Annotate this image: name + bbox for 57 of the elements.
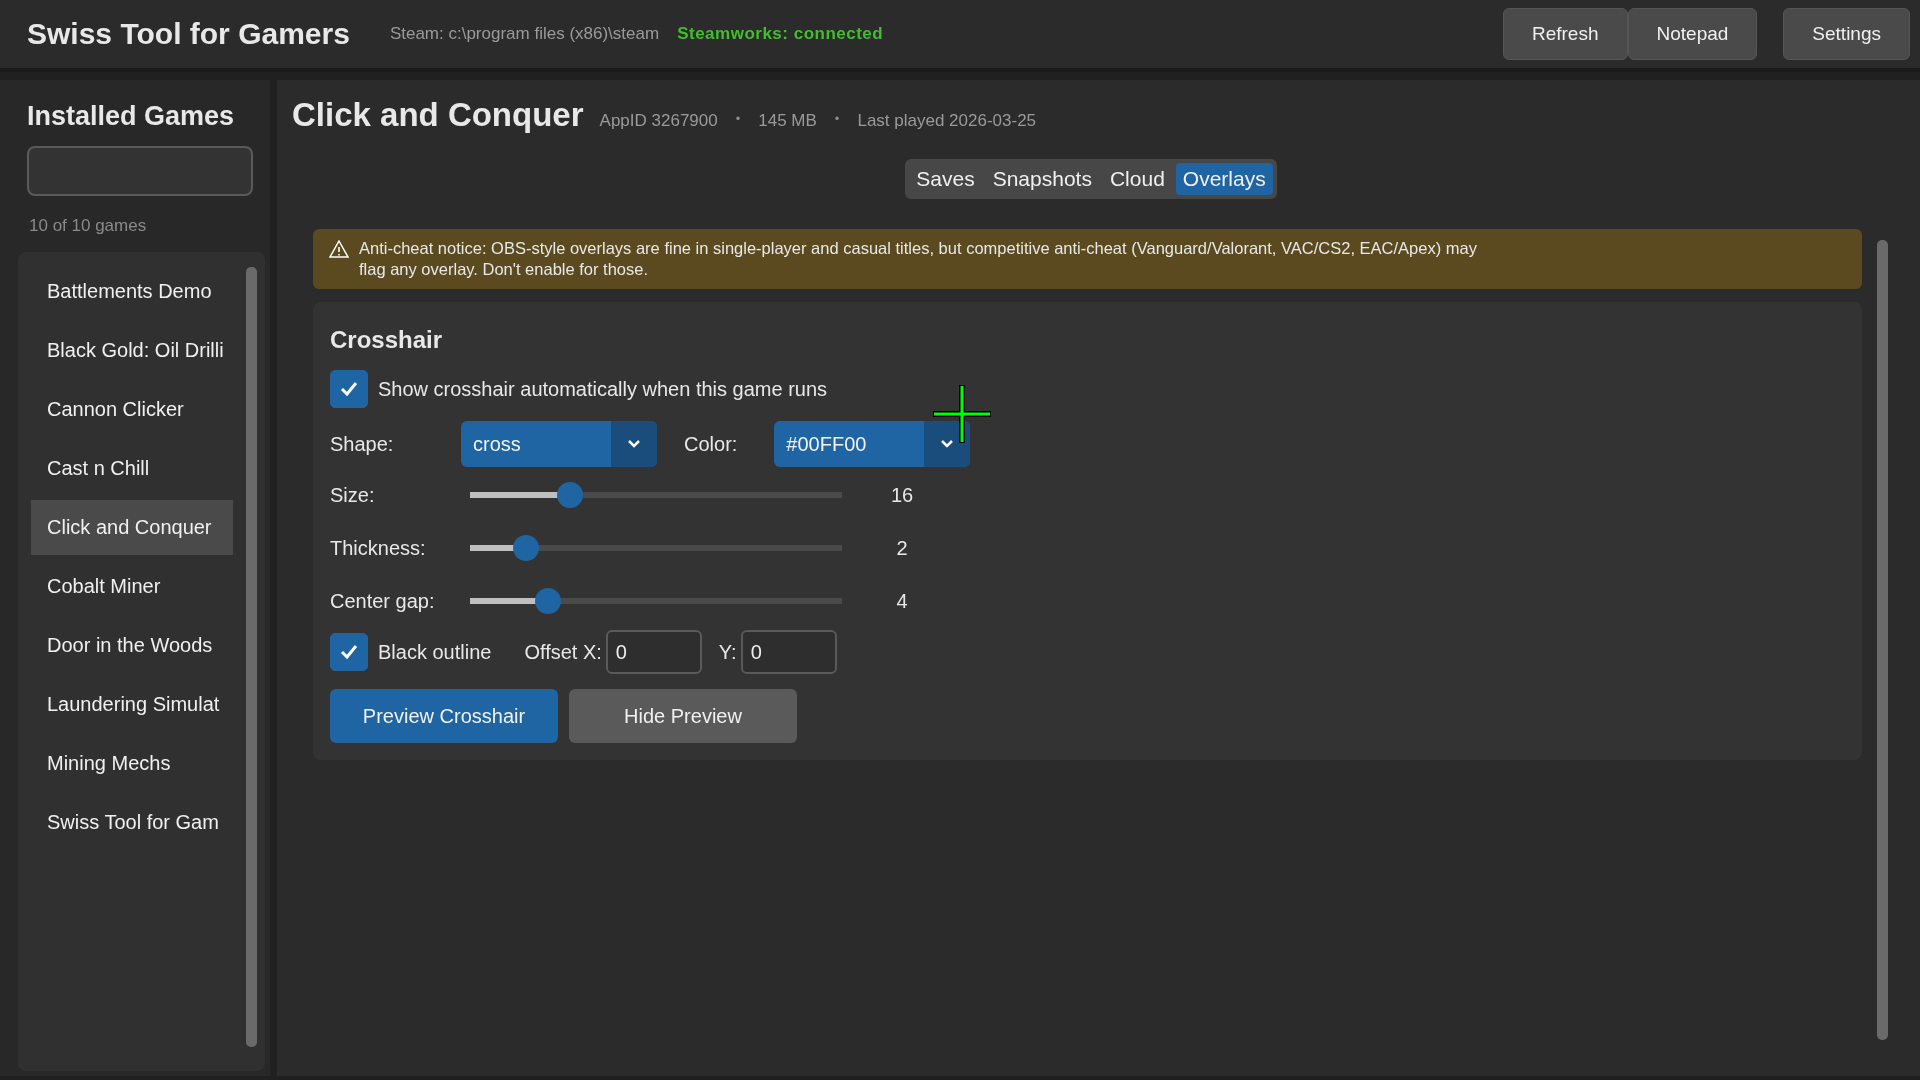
shape-dropdown[interactable]: cross bbox=[461, 421, 657, 467]
app-title: Swiss Tool for Gamers bbox=[27, 17, 350, 51]
checkbox[interactable] bbox=[330, 370, 368, 408]
tab[interactable]: Overlays bbox=[1175, 163, 1273, 195]
search-field[interactable] bbox=[27, 146, 253, 196]
game-item[interactable]: Cobalt Miner bbox=[31, 559, 233, 614]
game-item[interactable]: Click and Conquer bbox=[31, 500, 233, 555]
slider-value: 2 bbox=[895, 536, 909, 560]
separator-dot: • bbox=[833, 111, 841, 128]
notice-text: Anti-cheat notice: OBS-style overlays are fine in single-player and casual titles, but competitive anti-cheat (Vanguard/Valorant, VAC/CS2, EAC/Apex) may flag any overlay. Don't enable for those. bbox=[359, 238, 1478, 280]
slider-label: Thickness: bbox=[330, 536, 427, 560]
field-label: Color: bbox=[684, 432, 738, 456]
tab[interactable]: Cloud bbox=[1102, 163, 1172, 195]
action-button[interactable]: Hide Preview bbox=[569, 689, 797, 743]
game-item[interactable]: Black Gold: Oil Drilli bbox=[31, 323, 233, 378]
slider-value: 4 bbox=[895, 589, 909, 613]
section-title: Crosshair bbox=[330, 326, 444, 354]
crosshair-icon bbox=[932, 384, 992, 444]
game-count: 10 of 10 games bbox=[29, 216, 148, 236]
game-item[interactable]: Cast n Chill bbox=[31, 441, 233, 496]
steamworks-status: Steamworks: connected bbox=[677, 24, 884, 44]
game-title: Click and Conquer bbox=[292, 96, 584, 134]
separator-dot: • bbox=[734, 111, 742, 128]
game-meta: 145 MB bbox=[758, 111, 817, 131]
game-meta: Last played 2026-03-25 bbox=[857, 111, 1037, 131]
checkbox-label: Show crosshair automatically when this game runs bbox=[378, 377, 828, 401]
steam-path: Steam: c:\program files (x86)\steam bbox=[389, 24, 660, 44]
game-item[interactable]: Cannon Clicker bbox=[31, 382, 233, 437]
slider-label: Center gap: bbox=[330, 589, 436, 613]
action-button[interactable]: Preview Crosshair bbox=[330, 689, 558, 743]
caret-icon bbox=[627, 439, 641, 449]
game-item[interactable]: Mining Mechs bbox=[31, 736, 233, 791]
toolbar-button[interactable]: Settings bbox=[1783, 8, 1910, 60]
game-item[interactable]: Battlements Demo bbox=[31, 264, 233, 319]
game-meta: AppID 3267900 bbox=[599, 111, 718, 131]
toolbar-button[interactable]: Notepad bbox=[1627, 8, 1758, 60]
scrollbar[interactable] bbox=[246, 267, 257, 1047]
game-item[interactable]: Swiss Tool for Gam bbox=[31, 795, 233, 850]
caret-icon bbox=[940, 439, 955, 449]
slider-label: Size: bbox=[330, 483, 376, 507]
field-label: Offset X: bbox=[524, 640, 602, 664]
scrollbar[interactable] bbox=[1877, 240, 1888, 1040]
game-item[interactable]: Door in the Woods bbox=[31, 618, 233, 673]
tab[interactable]: Snapshots bbox=[985, 163, 1099, 195]
input-field[interactable]: 0 bbox=[605, 630, 702, 674]
game-item[interactable]: Laundering Simulat bbox=[31, 677, 233, 732]
field-label: Y: bbox=[718, 640, 737, 664]
warning-icon bbox=[329, 240, 349, 258]
sidebar-title: Installed Games bbox=[27, 101, 236, 132]
color-dropdown[interactable]: #00FF00 bbox=[774, 421, 971, 467]
field-label: Shape: bbox=[330, 432, 395, 456]
checkbox-label: Black outline bbox=[378, 640, 492, 664]
slider-value: 16 bbox=[889, 483, 915, 507]
tab[interactable]: Saves bbox=[909, 163, 982, 195]
toolbar-button[interactable]: Refresh bbox=[1502, 8, 1628, 60]
input-field[interactable]: 0 bbox=[740, 630, 837, 674]
checkbox[interactable] bbox=[330, 633, 368, 671]
